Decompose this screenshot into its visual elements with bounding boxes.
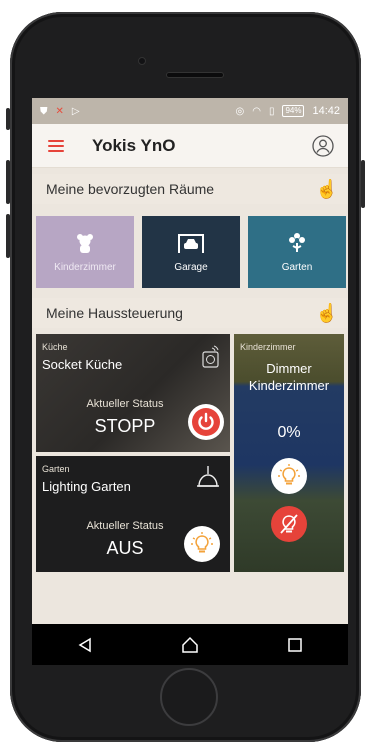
wifi-icon: ◠ <box>252 105 261 117</box>
bulb-off-icon <box>280 514 298 534</box>
notification-icon: ✕ <box>55 105 64 117</box>
earpiece <box>166 72 224 78</box>
room-tile-kinderzimmer[interactable]: Kinderzimmer <box>36 216 134 288</box>
flower-icon <box>289 232 305 252</box>
back-icon <box>78 637 91 652</box>
device-card-dimmer-kinderzimmer[interactable]: Kinderzimmer Dimmer Kinderzimmer 0% <box>234 334 344 572</box>
device-name: Dimmer Kinderzimmer <box>248 361 330 393</box>
battery-indicator: 94% <box>282 105 305 117</box>
power-button <box>361 160 365 208</box>
favorites-header-label: Meine bevorzugten Räume <box>46 181 215 197</box>
app-screen: ⛊ ✕ ▷ ◎ ◠ ▯ 94% 14:42 Yokis YnO Meine be… <box>32 98 348 665</box>
signal-icon: ▯ <box>268 105 275 117</box>
gesture-hint-icon: ☝ <box>315 179 338 199</box>
dimmer-level: 0% <box>277 424 301 441</box>
clock: 14:42 <box>312 105 340 117</box>
volume-up-button <box>6 160 10 204</box>
device-room: Kinderzimmer <box>240 342 296 352</box>
room-label: Garten <box>281 261 313 273</box>
room-tile-garage[interactable]: Garage <box>142 216 240 288</box>
device-name: Socket Küche <box>42 357 123 372</box>
mute-switch <box>6 108 10 130</box>
phone-home-button[interactable] <box>160 668 218 726</box>
system-nav-bar <box>32 624 348 665</box>
phone-frame: ⛊ ✕ ▷ ◎ ◠ ▯ 94% 14:42 Yokis YnO Meine be… <box>10 12 361 742</box>
bulb-icon <box>191 532 213 553</box>
device-card-lighting-garten[interactable]: Garten Lighting Garten Aktueller Status … <box>36 456 230 572</box>
light-on-button[interactable] <box>271 458 307 494</box>
home-icon <box>182 636 198 653</box>
device-room: Küche <box>42 342 68 352</box>
socket-icon <box>202 345 219 368</box>
garage-car-icon <box>178 233 204 253</box>
hamburger-menu-icon[interactable] <box>48 139 64 152</box>
device-room: Garten <box>42 464 70 474</box>
room-label: Garage <box>174 261 208 273</box>
play-icon: ▷ <box>71 105 80 117</box>
front-camera <box>138 57 146 65</box>
room-label: Kinderzimmer <box>54 261 116 273</box>
gesture-hint-icon: ☝ <box>315 303 338 323</box>
bulb-icon <box>278 464 300 485</box>
device-name: Lighting Garten <box>42 479 131 494</box>
device-card-socket-kueche[interactable]: Küche Socket Küche Aktueller Status STOP… <box>36 334 230 452</box>
favorites-header: Meine bevorzugten Räume ☝ <box>32 174 348 204</box>
controls-header-label: Meine Haussteuerung <box>46 305 183 321</box>
shield-icon: ⛊ <box>40 105 48 117</box>
app-bar: Yokis YnO <box>32 124 348 168</box>
power-toggle-button[interactable] <box>188 404 224 440</box>
nav-recents-button[interactable] <box>275 630 315 660</box>
recents-icon <box>288 637 303 652</box>
light-toggle-button[interactable] <box>184 526 220 562</box>
light-off-button[interactable] <box>271 506 307 542</box>
room-tile-garten[interactable]: Garten <box>248 216 346 288</box>
ceiling-lamp-icon <box>197 466 219 487</box>
power-icon <box>192 408 220 436</box>
nav-home-button[interactable] <box>170 630 210 660</box>
sync-icon: ◎ <box>235 105 245 117</box>
status-bar: ⛊ ✕ ▷ ◎ ◠ ▯ 94% 14:42 <box>32 98 348 124</box>
profile-icon[interactable] <box>312 134 334 157</box>
app-title: Yokis YnO <box>92 135 176 155</box>
teddy-bear-icon <box>77 233 93 253</box>
controls-header: Meine Haussteuerung ☝ <box>32 298 348 328</box>
nav-back-button[interactable] <box>65 630 105 660</box>
volume-down-button <box>6 214 10 258</box>
